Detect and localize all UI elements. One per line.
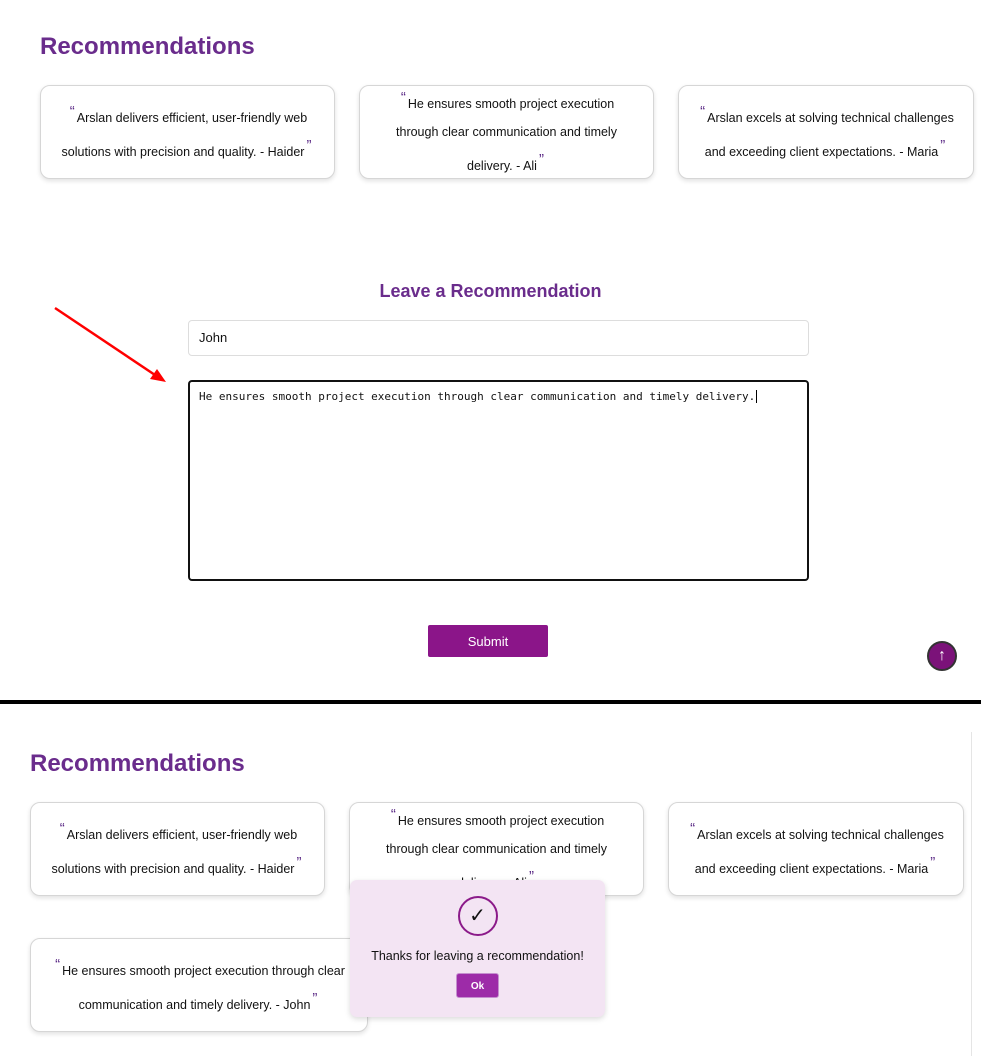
- message-text: He ensures smooth project execution thro…: [199, 390, 756, 403]
- arrow-up-icon: ↑: [938, 647, 946, 664]
- ok-button[interactable]: Ok: [456, 973, 499, 998]
- text-cursor: ​: [756, 390, 758, 403]
- close-quote-icon: ”: [538, 151, 544, 168]
- annotation-arrow-icon: [54, 306, 166, 382]
- close-quote-icon: ”: [312, 990, 318, 1007]
- open-quote-icon: “: [400, 89, 406, 106]
- open-quote-icon: “: [59, 820, 65, 837]
- recommendation-card: “Arslan excels at solving technical chal…: [668, 802, 964, 896]
- recommendation-card: “He ensures smooth project execution thr…: [359, 85, 654, 179]
- checkmark-icon: ✓: [457, 896, 498, 936]
- name-input[interactable]: John: [188, 320, 809, 356]
- open-quote-icon: “: [55, 956, 61, 973]
- card-text: He ensures smooth project execution thro…: [62, 964, 345, 1012]
- success-popup: ✓ Thanks for leaving a recommendation! O…: [350, 880, 605, 1017]
- scrollbar-edge: [971, 732, 972, 1056]
- open-quote-icon: “: [700, 103, 706, 120]
- section-heading: Recommendations: [30, 750, 245, 777]
- divider: [0, 700, 981, 704]
- close-quote-icon: ”: [296, 854, 302, 871]
- card-text: Arslan excels at solving technical chall…: [704, 111, 954, 159]
- recommendation-card: “Arslan delivers efficient, user-friendl…: [30, 802, 325, 896]
- close-quote-icon: ”: [930, 854, 936, 871]
- close-quote-icon: ”: [940, 137, 946, 154]
- popup-message: Thanks for leaving a recommendation!: [371, 949, 584, 963]
- scroll-to-top-button[interactable]: ↑: [927, 641, 957, 671]
- card-text: He ensures smooth project execution thro…: [386, 814, 607, 890]
- card-text: He ensures smooth project execution thro…: [396, 97, 617, 173]
- recommendation-card: “He ensures smooth project execution thr…: [30, 938, 368, 1032]
- card-text: Arslan excels at solving technical chall…: [694, 828, 944, 876]
- open-quote-icon: “: [390, 806, 396, 823]
- open-quote-icon: “: [690, 820, 696, 837]
- recommendation-card: “Arslan excels at solving technical chal…: [678, 85, 974, 179]
- close-quote-icon: ”: [306, 137, 312, 154]
- card-text: Arslan delivers efficient, user-friendly…: [51, 828, 298, 876]
- message-textarea[interactable]: He ensures smooth project execution thro…: [188, 380, 809, 581]
- submit-button[interactable]: Submit: [428, 625, 548, 657]
